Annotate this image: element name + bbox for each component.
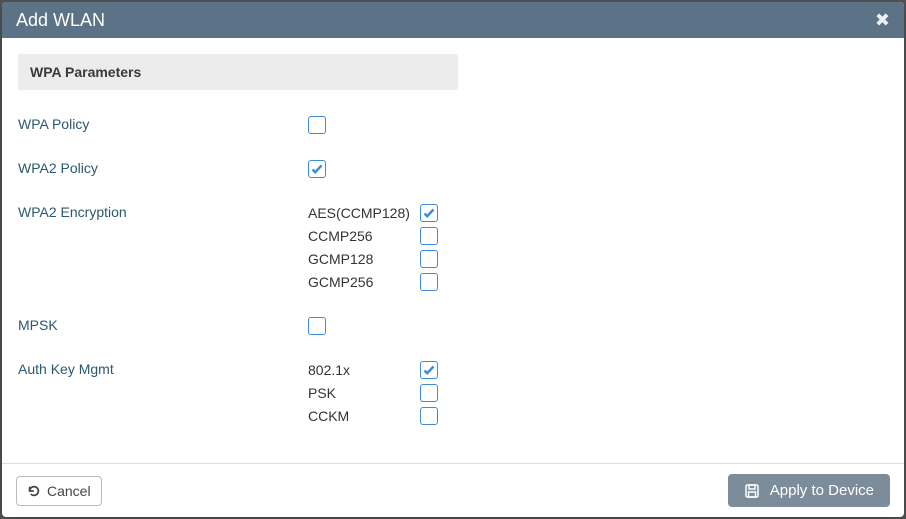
modal-header: Add WLAN ✖	[2, 2, 904, 38]
enc-option-gcmp256: GCMP256	[308, 273, 438, 291]
row-auth-key-mgmt: Auth Key Mgmt 802.1x PSK CCKM	[18, 361, 888, 425]
akm-label: 802.1x	[308, 362, 420, 378]
modal-title: Add WLAN	[16, 10, 875, 31]
row-mpsk: MPSK	[18, 317, 888, 335]
check-icon	[311, 163, 323, 175]
checkbox-ccmp256[interactable]	[420, 227, 438, 245]
akm-option-8021x: 802.1x	[308, 361, 438, 379]
cancel-button[interactable]: Cancel	[16, 476, 102, 506]
checkbox-wpa-policy[interactable]	[308, 116, 326, 134]
cancel-label: Cancel	[47, 483, 91, 499]
enc-option-aes-ccmp128: AES(CCMP128)	[308, 204, 438, 222]
apply-button[interactable]: Apply to Device	[728, 474, 890, 507]
label-wpa2-policy: WPA2 Policy	[18, 160, 308, 176]
checkbox-aes-ccmp128[interactable]	[420, 204, 438, 222]
akm-label: PSK	[308, 385, 420, 401]
enc-option-gcmp128: GCMP128	[308, 250, 438, 268]
close-icon: ✖	[875, 10, 890, 30]
section-header-wpa-parameters: WPA Parameters	[18, 54, 458, 90]
save-icon	[744, 483, 760, 499]
label-wpa-policy: WPA Policy	[18, 116, 308, 132]
enc-label: GCMP128	[308, 251, 420, 267]
enc-option-ccmp256: CCMP256	[308, 227, 438, 245]
checkbox-gcmp128[interactable]	[420, 250, 438, 268]
checkbox-wpa2-policy[interactable]	[308, 160, 326, 178]
checkbox-gcmp256[interactable]	[420, 273, 438, 291]
check-icon	[423, 207, 435, 219]
enc-label: CCMP256	[308, 228, 420, 244]
label-mpsk: MPSK	[18, 317, 308, 333]
checkbox-cckm[interactable]	[420, 407, 438, 425]
checkbox-8021x[interactable]	[420, 361, 438, 379]
label-wpa2-encryption: WPA2 Encryption	[18, 204, 308, 220]
akm-label: CCKM	[308, 408, 420, 424]
enc-label: AES(CCMP128)	[308, 205, 420, 221]
close-button[interactable]: ✖	[875, 11, 890, 29]
modal-footer: Cancel Apply to Device	[2, 463, 904, 517]
check-icon	[423, 364, 435, 376]
modal-body[interactable]: WPA Parameters WPA Policy WPA2 Policy WP…	[2, 38, 904, 463]
akm-option-cckm: CCKM	[308, 407, 438, 425]
label-auth-key-mgmt: Auth Key Mgmt	[18, 361, 308, 377]
undo-icon	[27, 484, 41, 498]
checkbox-mpsk[interactable]	[308, 317, 326, 335]
akm-option-psk: PSK	[308, 384, 438, 402]
enc-label: GCMP256	[308, 274, 420, 290]
add-wlan-modal: Add WLAN ✖ WPA Parameters WPA Policy WPA…	[2, 2, 904, 517]
checkbox-psk[interactable]	[420, 384, 438, 402]
row-wpa-policy: WPA Policy	[18, 116, 888, 134]
row-wpa2-encryption: WPA2 Encryption AES(CCMP128) CCMP256 GCM…	[18, 204, 888, 291]
apply-label: Apply to Device	[770, 482, 874, 499]
row-wpa2-policy: WPA2 Policy	[18, 160, 888, 178]
